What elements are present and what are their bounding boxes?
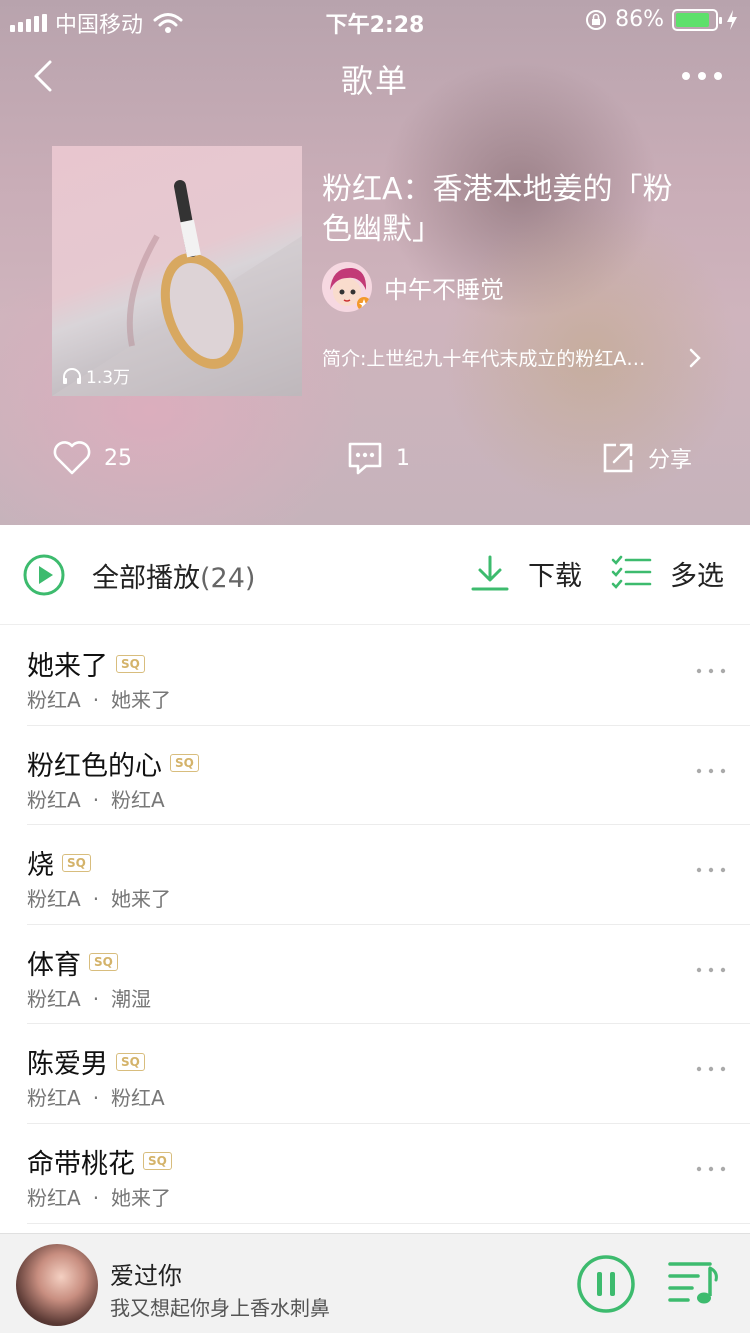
more-icon[interactable] [678,60,726,92]
song-row[interactable]: 烧 SQ 粉红A · 她来了 [27,825,750,925]
navigation-bar: 歌单 [0,46,750,106]
creator-info[interactable]: 中午不睡觉 [322,262,504,312]
song-title: 陈爱男 [27,1049,108,1081]
separator: · [92,1086,100,1111]
playlist-screen: 中国移动 下午2:28 86% 歌单 1.3万 粉红A：香港本地姜的「粉色幽默」… [0,0,750,1333]
separator: · [92,1185,100,1210]
sq-badge: SQ [116,654,145,673]
tennis-racket-image [52,180,302,396]
share-icon [603,443,633,473]
separator: · [92,986,100,1011]
sq-badge: SQ [89,953,118,972]
playlist-queue-icon[interactable] [666,1256,720,1310]
song-title: 她来了 [27,651,108,682]
creator-name[interactable]: 中午不睡觉 [384,270,504,305]
song-artist: 粉红A [27,887,81,912]
playlist-title: 粉红A：香港本地姜的「粉色幽默」 [322,172,673,247]
song-artist: 粉红A [27,986,81,1011]
chevron-right-icon [689,348,701,367]
play-count: 1.3万 [62,363,130,388]
song-more-icon[interactable] [696,865,726,875]
song-album: 她来了 [111,1185,172,1210]
headphones-icon [63,367,81,384]
share-label: 分享 [648,448,693,473]
download-icon [471,555,509,591]
song-artist: 粉红A [27,688,81,712]
charging-icon [727,9,737,30]
sq-badge: SQ [116,1052,145,1071]
song-title: 命带桃花 [27,1148,135,1180]
download-label: 下载 [528,560,582,592]
battery-percent: 86% [615,7,664,32]
play-all-label: 全部播放 [92,562,200,594]
song-title: 体育 [27,949,81,981]
song-album: 粉红A [111,787,165,812]
song-album: 潮湿 [111,986,152,1011]
page-title: 歌单 [340,62,409,100]
song-row[interactable]: 陈爱男 SQ 粉红A · 粉红A [27,1024,750,1124]
heart-icon [53,441,91,475]
sq-badge: SQ [143,1152,172,1171]
song-row[interactable]: 命带桃花 SQ 粉红A · 她来了 [27,1124,750,1224]
sq-badge: SQ [170,754,199,773]
pause-icon[interactable] [576,1254,636,1314]
song-count: (24) [200,562,256,594]
song-more-icon[interactable] [696,766,726,776]
song-more-icon[interactable] [696,965,726,975]
separator: · [92,787,100,812]
share-button[interactable]: 分享 [600,440,692,476]
song-album: 她来了 [111,688,172,712]
comment-button[interactable]: 1 [346,440,410,476]
separator: · [92,887,100,912]
song-artist: 粉红A [27,787,81,812]
status-bar: 中国移动 下午2:28 86% [0,0,750,40]
song-title: 烧 [27,850,54,882]
multi-select-button[interactable]: 多选 [610,553,724,593]
checklist-icon [611,555,652,589]
song-row[interactable]: 她来了 SQ 粉红A · 她来了 [27,626,750,726]
now-playing-cover[interactable] [16,1244,98,1326]
song-album: 她来了 [111,887,172,912]
multi-select-label: 多选 [670,560,724,592]
separator: · [92,688,100,712]
song-artist: 粉红A [27,1086,81,1111]
song-row[interactable]: 粉红色的心 SQ 粉红A · 粉红A [27,726,750,826]
download-button[interactable]: 下载 [470,553,582,593]
play-circle-icon [23,554,65,596]
mini-player[interactable]: 爱过你 我又想起你身上香水刺鼻 [0,1233,750,1333]
playlist-intro[interactable]: 简介:上世纪九十年代末成立的粉红A，最初以香港本地乐队身份出道 [322,344,702,371]
play-all-button[interactable]: 全部播放(24) [22,553,255,597]
like-button[interactable]: 25 [52,440,132,476]
now-playing-lyric: 我又想起你身上香水刺鼻 [110,1296,330,1320]
intro-text: 简介:上世纪九十年代末成立的粉红A，最初以香港本地乐队身份出道 [322,348,662,370]
playlist-toolbar: 全部播放(24) 下载 多选 [0,525,750,625]
song-album: 粉红A [111,1086,165,1111]
playlist-actions: 25 1 分享 [0,436,750,486]
song-more-icon[interactable] [696,1164,726,1174]
song-list: 她来了 SQ 粉红A · 她来了 粉红色的心 SQ 粉红A · 粉红A 烧 SQ 粉红A · 她来… [0,626,750,1224]
rotation-lock-icon [586,9,607,30]
like-count: 25 [104,445,132,471]
now-playing-title: 爱过你 [110,1262,182,1290]
comment-count: 1 [396,445,410,471]
song-more-icon[interactable] [696,1064,726,1074]
creator-avatar[interactable] [322,262,372,312]
song-more-icon[interactable] [696,666,726,676]
song-title: 粉红色的心 [27,750,162,782]
song-row[interactable]: 体育 SQ 粉红A · 潮湿 [27,925,750,1025]
battery-icon [672,8,722,31]
sq-badge: SQ [62,853,91,872]
playlist-cover[interactable]: 1.3万 [52,146,302,396]
song-artist: 粉红A [27,1185,81,1210]
play-count-value: 1.3万 [86,368,131,388]
comment-icon [348,442,382,475]
